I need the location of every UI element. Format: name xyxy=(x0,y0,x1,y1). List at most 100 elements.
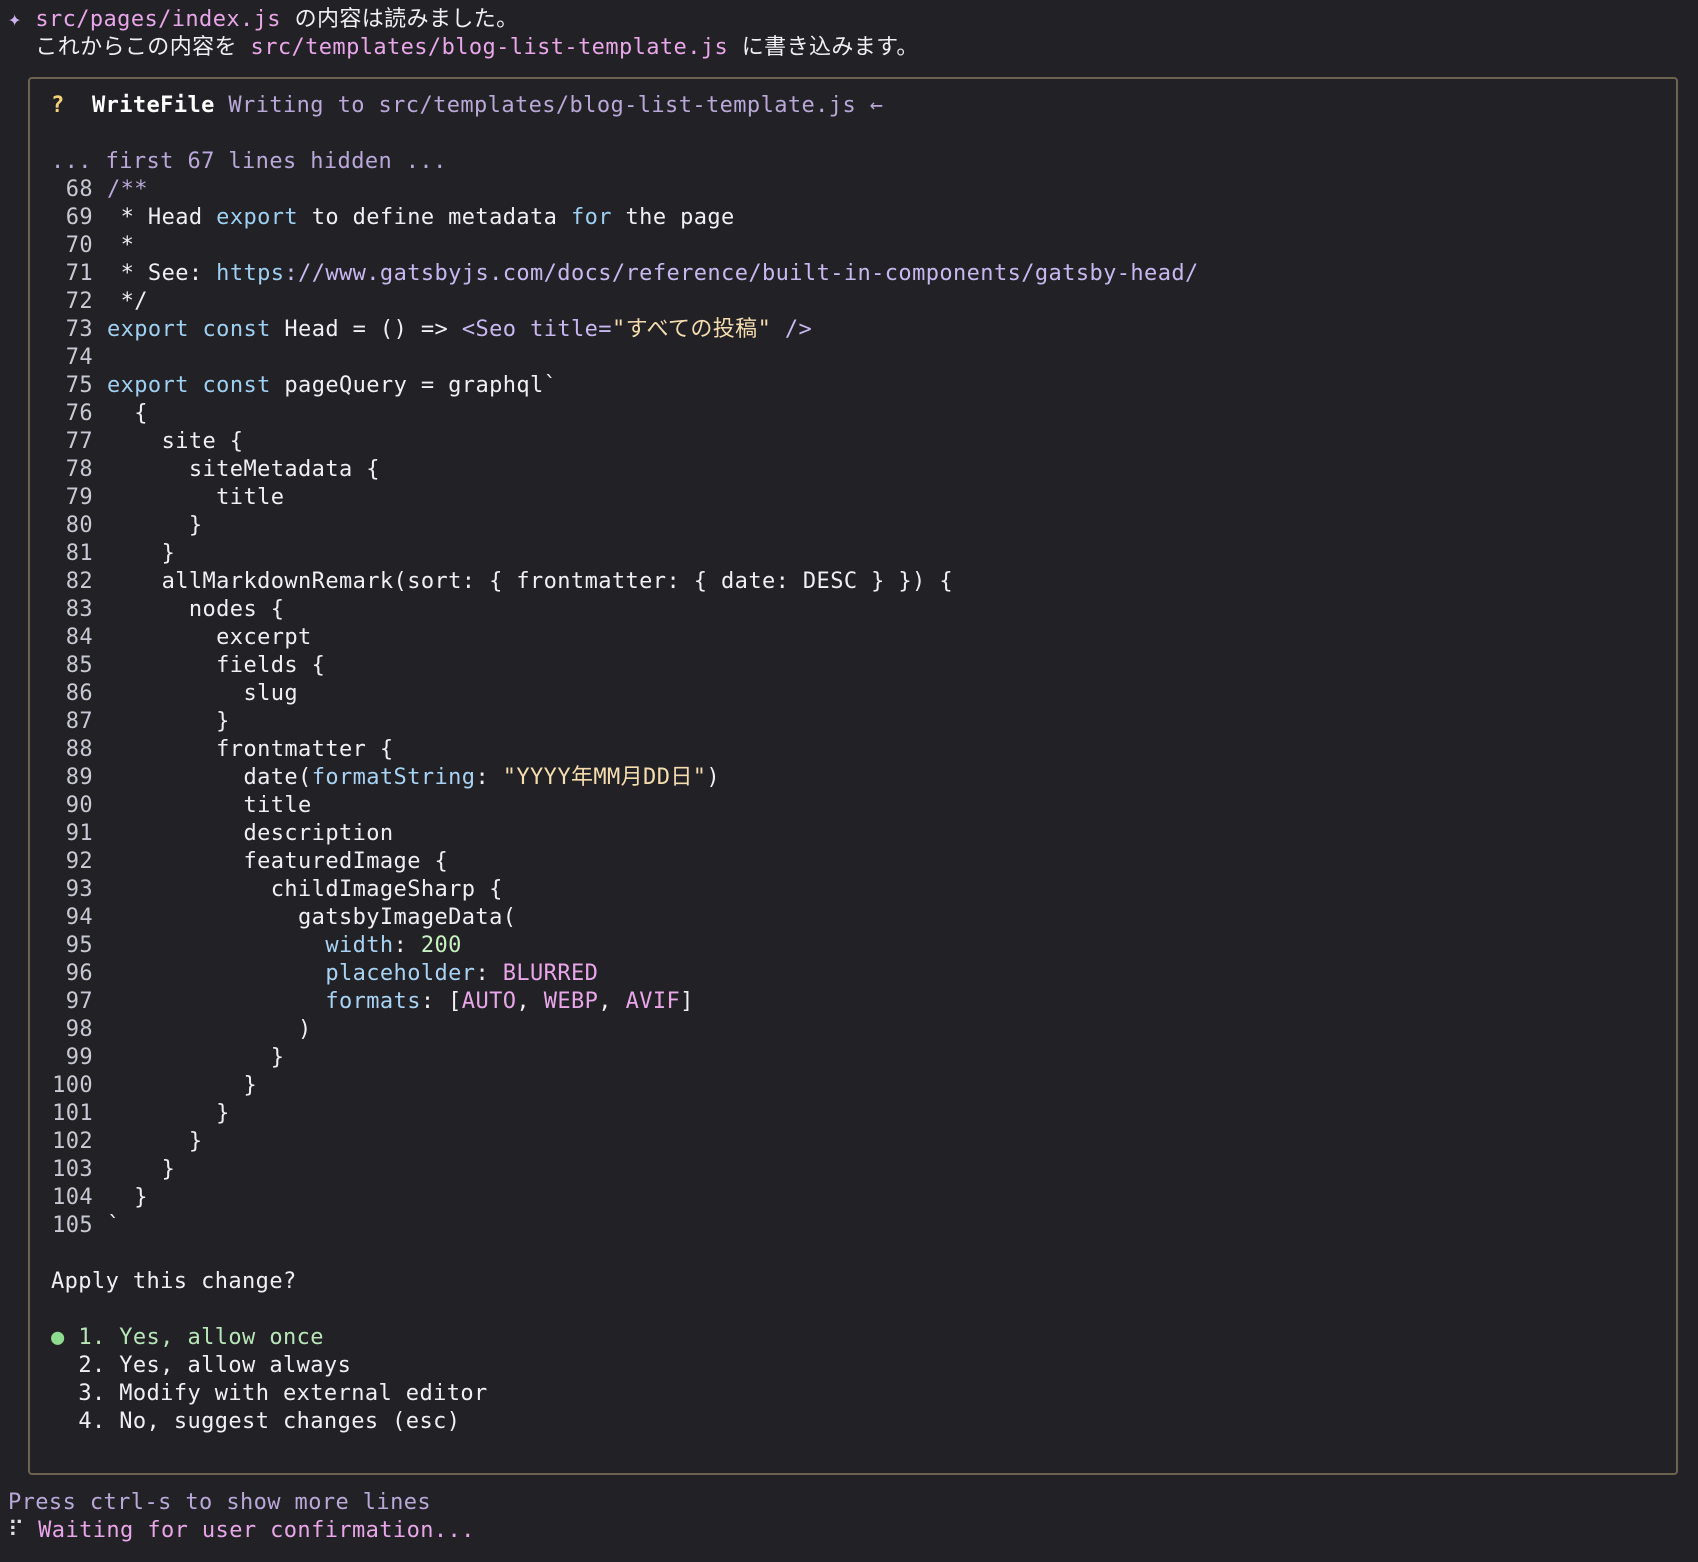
line-number: 93 xyxy=(65,877,93,902)
option-3[interactable]: 3. Modify with external editor xyxy=(51,1380,1666,1408)
code-token: } xyxy=(107,1073,258,1098)
line-number: 71 xyxy=(65,261,93,286)
line-number: 79 xyxy=(65,485,93,510)
code-line: 80 } xyxy=(51,512,1666,540)
line-number: 99 xyxy=(65,1045,93,1070)
code-line: 75 export const pageQuery = graphql` xyxy=(51,372,1666,400)
option-label: 4. No, suggest changes (esc) xyxy=(78,1409,461,1434)
code-token: placeholder xyxy=(325,961,476,986)
line-number: 78 xyxy=(65,457,93,482)
code-token: } xyxy=(107,513,203,538)
line-number: 75 xyxy=(65,373,93,398)
code-token: */ xyxy=(107,289,148,314)
code-token: } xyxy=(107,709,230,734)
code-token: excerpt xyxy=(107,625,312,650)
code-token: title= xyxy=(530,317,612,342)
code-token: : xyxy=(475,961,503,986)
line-number: 69 xyxy=(65,205,93,230)
code-line: 76 { xyxy=(51,400,1666,428)
code-line: 89 date(formatString: "YYYY年MM月DD日") xyxy=(51,764,1666,792)
code-token: "すべての投稿" xyxy=(611,317,772,342)
assistant-message: ✦ src/pages/index.js の内容は読みました。 これからこの内容… xyxy=(8,6,919,62)
selected-indicator-icon: ● xyxy=(51,1325,65,1350)
code-token: to define metadata xyxy=(298,205,571,230)
line-number: 104 xyxy=(52,1185,93,1210)
line-number: 101 xyxy=(52,1101,93,1126)
code-token: /** xyxy=(107,177,148,202)
code-preview: 68/** 69 * Head export to define metadata… xyxy=(51,176,1666,1240)
source-file-path: src/pages/index.js xyxy=(35,7,281,32)
code-line: 95 width: 200 xyxy=(51,932,1666,960)
line-number: 83 xyxy=(65,597,93,622)
code-line: 97 formats: [AUTO, WEBP, AVIF] xyxy=(51,988,1666,1016)
code-token: ] xyxy=(680,989,694,1014)
line-number: 91 xyxy=(65,821,93,846)
code-token: ://www.gatsbyjs.com/docs/reference/built… xyxy=(284,261,1199,286)
code-token: * xyxy=(107,233,135,258)
option-spacer xyxy=(51,1381,65,1406)
code-line: 73 export const Head = () => <Seo title="… xyxy=(51,316,1666,344)
option-4[interactable]: 4. No, suggest changes (esc) xyxy=(51,1408,1666,1436)
code-token: ` xyxy=(107,1213,121,1238)
code-token: childImageSharp { xyxy=(107,877,503,902)
code-line: 96 placeholder: BLURRED xyxy=(51,960,1666,988)
code-token: ) xyxy=(706,765,721,790)
question-icon: ? xyxy=(51,93,65,118)
line-number: 98 xyxy=(65,1017,93,1042)
line-number: 90 xyxy=(65,793,93,818)
write-file-confirmation-dialog: ? WriteFile Writing to src/templates/blo… xyxy=(28,77,1678,1475)
code-line: 71 * See: https://www.gatsbyjs.com/docs/… xyxy=(51,260,1666,288)
code-token: date( xyxy=(107,765,312,790)
code-token: the page xyxy=(611,205,735,230)
code-token: : xyxy=(475,765,503,790)
code-token: } xyxy=(107,1157,176,1182)
code-token: ) xyxy=(107,1017,312,1042)
line-number: 95 xyxy=(65,933,93,958)
terminal-window: ✦ src/pages/index.js の内容は読みました。 これからこの内容… xyxy=(0,0,1698,1562)
code-token: featuredImage { xyxy=(107,849,449,874)
code-line: 103 } xyxy=(51,1156,1666,1184)
code-token: formatString xyxy=(311,765,476,790)
line-number: 70 xyxy=(65,233,93,258)
line-number: 76 xyxy=(65,401,93,426)
code-token: nodes { xyxy=(107,597,285,622)
option-1[interactable]: ● 1. Yes, allow once xyxy=(51,1324,1666,1352)
code-line: 104 } xyxy=(51,1184,1666,1212)
code-token: export xyxy=(107,317,189,342)
line-number: 97 xyxy=(65,989,93,1014)
code-line: 88 frontmatter { xyxy=(51,736,1666,764)
code-line: 91 description xyxy=(51,820,1666,848)
option-2[interactable]: 2. Yes, allow always xyxy=(51,1352,1666,1380)
code-token: allMarkdownRemark(sort: { frontmatter: {… xyxy=(107,569,953,594)
code-token: } xyxy=(107,541,176,566)
code-line: 77 site { xyxy=(51,428,1666,456)
line-number: 96 xyxy=(65,961,93,986)
code-token: } xyxy=(107,1185,148,1210)
code-token: gatsbyImageData( xyxy=(107,905,517,930)
code-token: "YYYY年MM月DD日" xyxy=(502,765,707,790)
line-number: 100 xyxy=(52,1073,93,1098)
code-token: title xyxy=(107,485,285,510)
code-line: 83 nodes { xyxy=(51,596,1666,624)
tool-name: WriteFile xyxy=(91,93,215,118)
option-list: ● 1. Yes, allow once 2. Yes, allow alway… xyxy=(51,1324,1666,1436)
option-spacer xyxy=(51,1353,65,1378)
code-line: 70 * xyxy=(51,232,1666,260)
code-token: for xyxy=(570,205,612,230)
code-token: <Seo xyxy=(461,317,517,342)
code-line: 82 allMarkdownRemark(sort: { frontmatter… xyxy=(51,568,1666,596)
code-line: 100 } xyxy=(51,1072,1666,1100)
code-token: title xyxy=(107,793,312,818)
code-token: AUTO xyxy=(461,989,517,1014)
line-number: 89 xyxy=(65,765,93,790)
code-token: : xyxy=(393,933,421,958)
code-line: 86 slug xyxy=(51,680,1666,708)
sparkle-icon: ✦ xyxy=(8,7,22,32)
line-number: 77 xyxy=(65,429,93,454)
show-more-hint: Press ctrl-s to show more lines xyxy=(8,1490,431,1515)
code-token: pageQuery = graphql` xyxy=(270,373,558,398)
line-number: 87 xyxy=(65,709,93,734)
